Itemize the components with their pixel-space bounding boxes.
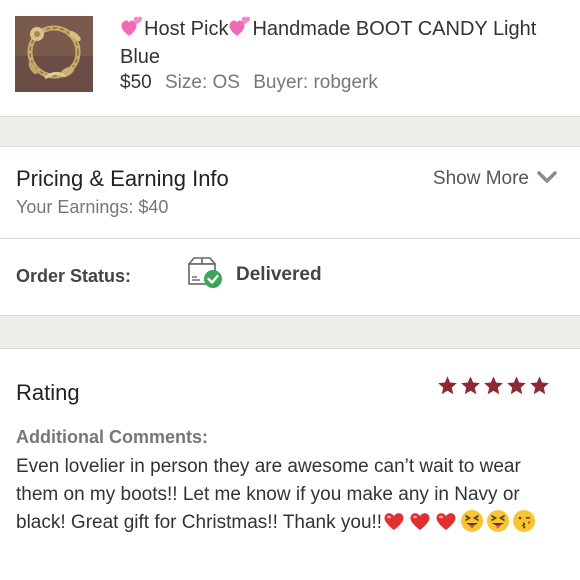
order-item-row[interactable]: Host Pick Handmade BOOT CANDY Light Blue… (0, 0, 580, 116)
listing-meta: $50 Size: OS Buyer: robgerk (120, 72, 378, 94)
comment-emojis (382, 509, 538, 533)
star-icon (484, 376, 503, 395)
comments-label: Additional Comments: (16, 427, 208, 447)
order-status-section: Order Status: Delivered (0, 239, 580, 315)
star-icon (507, 376, 526, 395)
kissing-face-icon (512, 509, 536, 533)
red-heart-icon (408, 509, 432, 533)
red-heart-icon (434, 509, 458, 533)
show-more-label: Show More (432, 168, 529, 189)
red-heart-icon (382, 509, 406, 533)
squinting-tongue-icon (486, 509, 510, 533)
star-icon (530, 376, 549, 395)
sparkle-heart-icon (120, 16, 144, 38)
order-status-value: Delivered (236, 264, 322, 285)
product-thumbnail[interactable] (15, 16, 93, 92)
section-separator (0, 315, 580, 349)
sparkle-heart-icon (228, 16, 252, 38)
pricing-section: Pricing & Earning Info Your Earnings: $4… (0, 147, 580, 238)
chevron-down-icon (537, 168, 557, 190)
earnings-text: Your Earnings: $40 (16, 197, 169, 217)
star-icon (461, 376, 480, 395)
section-separator (0, 116, 580, 147)
squinting-tongue-icon (460, 509, 484, 533)
delivered-box-icon (186, 256, 226, 290)
listing-title[interactable]: Host Pick Handmade BOOT CANDY Light Blue (120, 15, 560, 71)
host-pick-badge: Host Pick (144, 18, 229, 40)
order-status-label: Order Status: (16, 266, 132, 286)
show-more-button[interactable]: Show More (433, 168, 557, 190)
listing-price: $50 (120, 72, 152, 93)
star-icon (438, 376, 457, 395)
comment-body: Even lovelier in person they are awesome… (16, 453, 566, 537)
listing-buyer: Buyer: robgerk (253, 72, 378, 93)
rating-title: Rating (16, 380, 80, 405)
pricing-title: Pricing & Earning Info (16, 166, 229, 191)
listing-size: Size: OS (164, 72, 240, 93)
star-rating (437, 375, 550, 396)
rating-section: Rating Additional Comments: Even lovelie… (0, 349, 580, 580)
